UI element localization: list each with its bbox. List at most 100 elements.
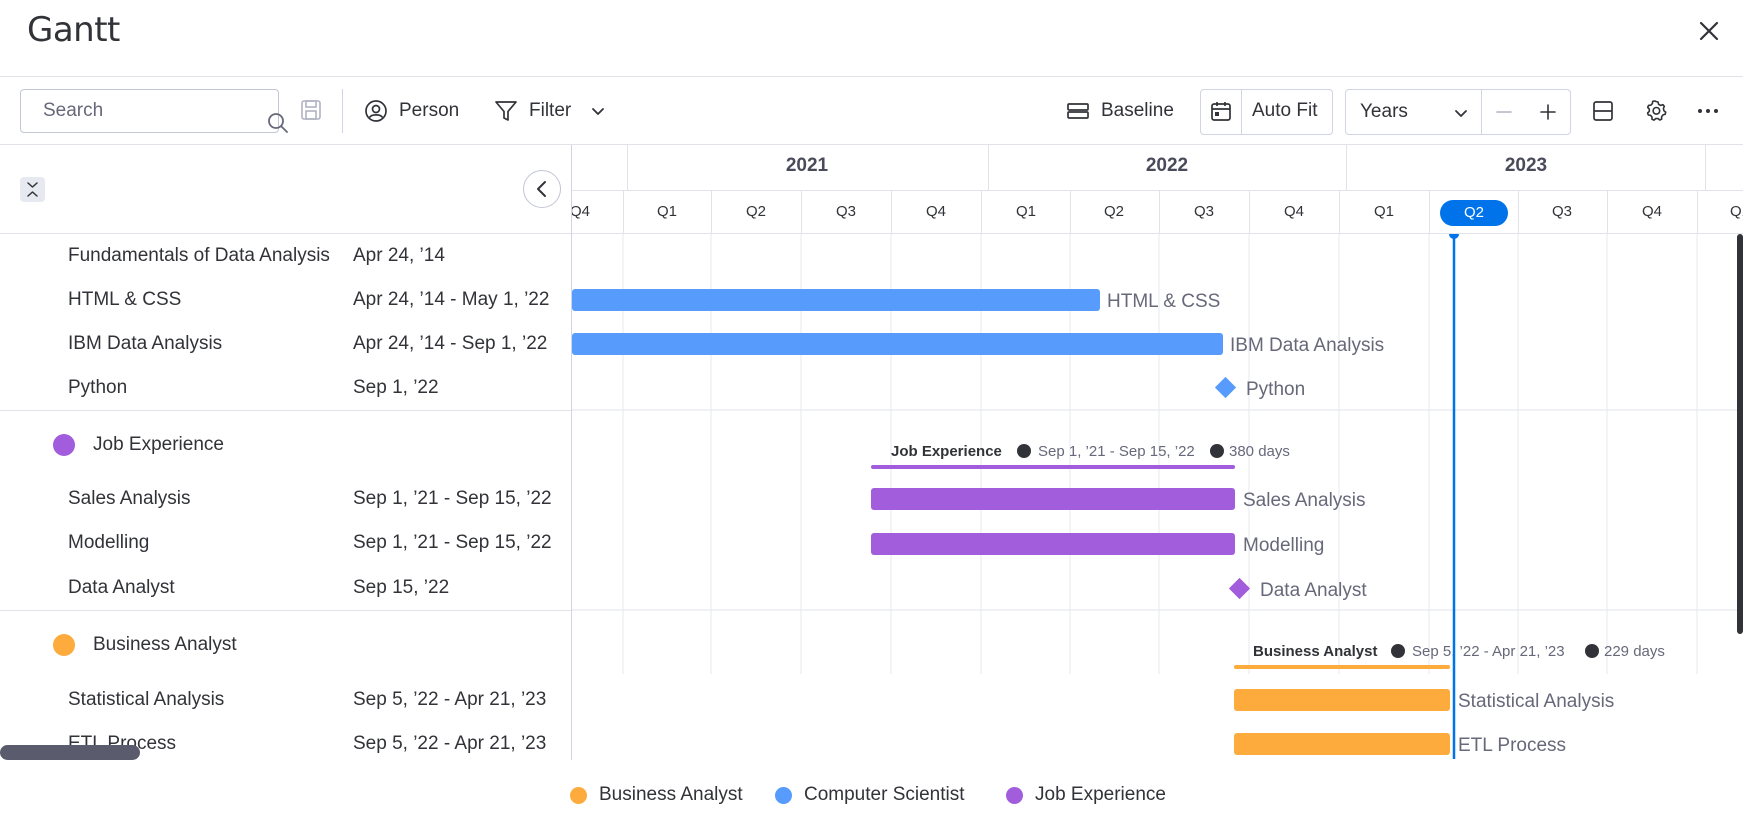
task-date: Sep 1, ’21 - Sep 15, ’22 <box>353 488 552 509</box>
row-height-button[interactable] <box>1592 89 1614 133</box>
group-color-dot <box>53 634 75 656</box>
legend-label: Computer Scientist <box>804 784 965 805</box>
filter-button[interactable]: Filter <box>494 89 571 133</box>
chevron-left-icon <box>537 181 546 197</box>
milestone-diamond[interactable] <box>1214 376 1237 399</box>
group-color-dot <box>53 434 75 456</box>
task-date: Apr 24, ’14 <box>353 245 445 266</box>
quarter-label: Q1 <box>656 203 678 220</box>
settings-button[interactable] <box>1644 89 1668 133</box>
quarter-label: Q1 <box>1729 203 1743 220</box>
search-input[interactable] <box>21 90 241 132</box>
search-box <box>20 89 288 133</box>
collapse-icon <box>27 182 38 197</box>
timeline-years: 2021 2022 2023 <box>572 145 1743 190</box>
group-summary-title: Job Experience <box>891 443 1002 460</box>
task-name: Modelling <box>68 532 150 553</box>
legend-label: Business Analyst <box>599 784 743 805</box>
person-label: Person <box>399 100 460 121</box>
legend-dot <box>1006 786 1023 804</box>
filter-label: Filter <box>529 100 572 121</box>
task-date: Sep 5, ’22 - Apr 21, ’23 <box>353 733 547 754</box>
quarter-label: Q1 <box>1373 203 1395 220</box>
group-summary-title: Business Analyst <box>1253 643 1378 660</box>
time-scale-value: Years <box>1360 101 1408 122</box>
task-name: IBM Data Analysis <box>68 333 223 354</box>
filter-icon <box>495 101 517 121</box>
close-icon <box>1699 21 1719 41</box>
collapse-panel-button[interactable] <box>523 170 561 208</box>
group-divider <box>0 410 571 411</box>
quarter-label: Q1 <box>1015 203 1037 220</box>
close-button[interactable] <box>1692 14 1726 48</box>
group-summary-dates: Sep 1, ’21 - Sep 15, ’22 <box>1038 443 1195 460</box>
gantt-bar[interactable] <box>871 533 1235 555</box>
baseline-label: Baseline <box>1101 100 1174 121</box>
quarter-label: Q2 <box>1103 203 1125 220</box>
quarter-label: Q3 <box>1551 203 1573 220</box>
task-name: Statistical Analysis <box>68 689 225 710</box>
person-filter-button[interactable]: Person <box>364 89 459 133</box>
separator-dot <box>1017 444 1031 458</box>
gantt-bar-label: Python <box>1246 379 1305 400</box>
gantt-bar-label: IBM Data Analysis <box>1230 335 1384 356</box>
gantt-bar[interactable] <box>1234 733 1450 755</box>
quarter-label: Q4 <box>925 203 947 220</box>
horizontal-scrollbar[interactable] <box>0 745 140 760</box>
timeline-quarters: Q4 Q1 Q2 Q3 Q4 Q1 Q2 Q3 Q4 Q1 Q2 Q3 Q4 Q… <box>572 190 1743 233</box>
autofit-divider <box>1241 90 1242 134</box>
task-date: Sep 1, ’21 - Sep 15, ’22 <box>353 532 552 553</box>
task-name: Python <box>68 377 128 398</box>
person-icon <box>365 100 387 122</box>
group-name: Business Analyst <box>93 634 237 655</box>
quarter-label: Q4 <box>1283 203 1305 220</box>
task-name: HTML & CSS <box>68 289 182 310</box>
calendar-button[interactable] <box>1200 89 1241 133</box>
year-label: 2021 <box>785 155 829 176</box>
chevron-down-icon <box>1455 110 1467 117</box>
gantt-bar[interactable] <box>871 488 1235 510</box>
legend-item: Business Analyst <box>570 784 743 806</box>
filter-dropdown-button[interactable] <box>588 89 608 133</box>
more-icon <box>1698 109 1718 113</box>
zoom-out-icon[interactable] <box>1494 102 1514 122</box>
group-name: Job Experience <box>93 434 224 455</box>
year-label: 2022 <box>1145 155 1189 176</box>
gantt-bar-label: Modelling <box>1243 535 1324 556</box>
gantt-bar[interactable] <box>1234 689 1450 711</box>
zoom-in-icon[interactable] <box>1538 102 1558 122</box>
legend-dot <box>775 786 792 804</box>
legend: Business Analyst Computer Scientist Job … <box>0 760 1743 826</box>
autofit-button[interactable]: Auto Fit <box>1252 89 1317 133</box>
group-summary-days: 380 days <box>1229 443 1290 460</box>
task-name: Fundamentals of Data Analysis <box>68 245 330 266</box>
task-date: Sep 1, ’22 <box>353 377 439 398</box>
gantt-bar-label: HTML & CSS <box>1107 291 1220 312</box>
separator-dot <box>1585 644 1599 658</box>
search-icon[interactable] <box>267 112 289 134</box>
time-scale-select[interactable]: Years <box>1345 89 1482 135</box>
separator-dot <box>1210 444 1224 458</box>
save-icon[interactable] <box>300 99 322 121</box>
group-summary-bar[interactable] <box>871 465 1235 469</box>
gear-icon <box>1646 100 1667 121</box>
baseline-button[interactable]: Baseline <box>1066 89 1174 133</box>
collapse-all-button[interactable] <box>20 177 45 202</box>
group-summary-bar[interactable] <box>1234 665 1450 669</box>
gantt-bar-label: Data Analyst <box>1260 580 1367 601</box>
gantt-chart: HTML & CSS IBM Data Analysis Python Job … <box>572 234 1743 759</box>
group-summary-days: 229 days <box>1604 643 1665 660</box>
legend-label: Job Experience <box>1035 784 1166 805</box>
current-quarter-badge: Q2 <box>1440 200 1508 226</box>
gantt-bar[interactable] <box>572 333 1223 355</box>
task-date: Apr 24, ’14 - Sep 1, ’22 <box>353 333 548 354</box>
autofit-label: Auto Fit <box>1252 100 1318 121</box>
gantt-bar[interactable] <box>572 289 1100 311</box>
milestone-diamond[interactable] <box>1228 577 1251 600</box>
row-height-icon <box>1593 101 1613 121</box>
more-options-button[interactable] <box>1696 89 1720 133</box>
vertical-scrollbar[interactable] <box>1737 234 1743 634</box>
task-date: Apr 24, ’14 - May 1, ’22 <box>353 289 550 310</box>
task-date: Sep 15, ’22 <box>353 577 450 598</box>
legend-item: Job Experience <box>1006 784 1166 806</box>
